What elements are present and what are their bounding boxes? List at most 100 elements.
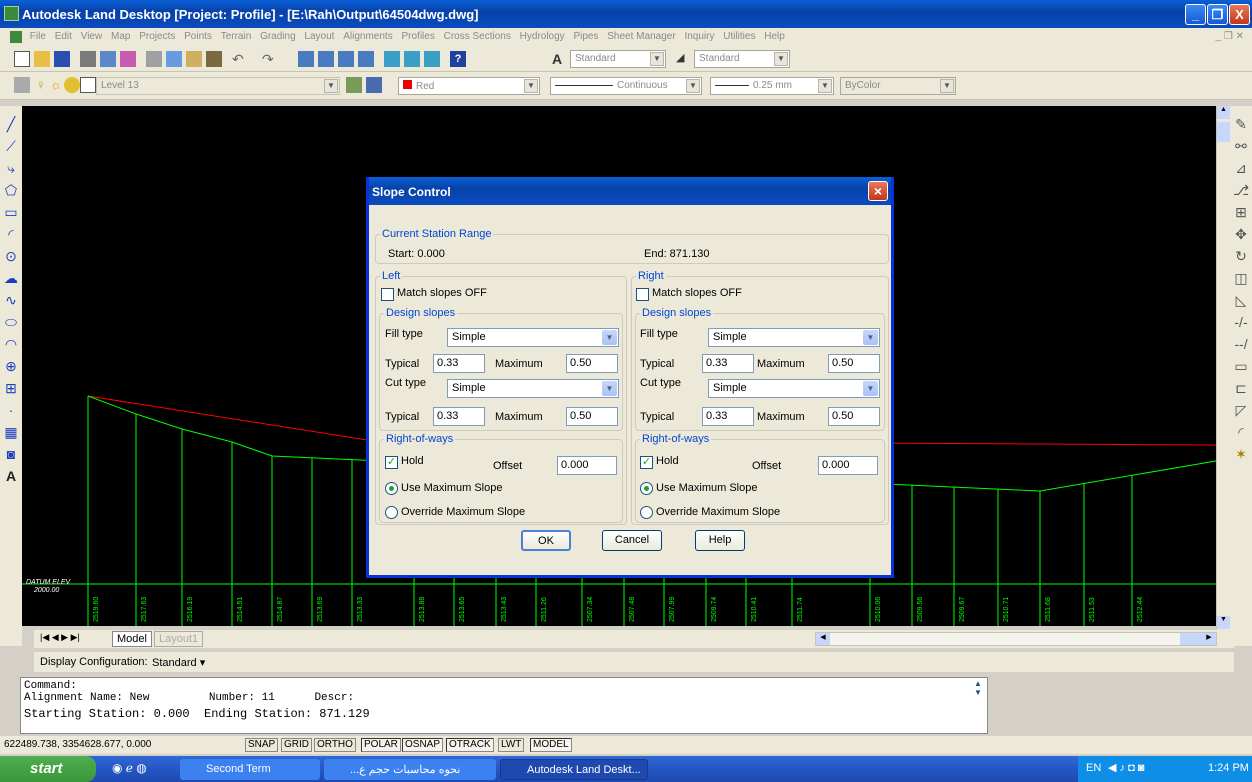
right-cut-typical-input[interactable]: 0.33 [702,407,754,426]
hatch-icon[interactable]: ▦ [3,424,19,440]
ok-button[interactable]: OK [521,530,571,551]
point-icon[interactable]: · [3,402,19,418]
left-override-radio[interactable] [385,506,398,519]
polar-toggle[interactable]: POLAR [361,738,401,752]
help-button[interactable]: Help [695,530,745,551]
lineweight-select[interactable]: 0.25 mm ▼ [710,77,834,95]
save-icon[interactable] [54,51,70,67]
pan-icon[interactable] [298,51,314,67]
menu-pipes[interactable]: Pipes [570,28,601,42]
left-offset-input[interactable]: 0.000 [557,456,617,475]
doc-window-controls[interactable]: _ ❐ ✕ [1216,31,1244,42]
menu-sheet-manager[interactable]: Sheet Manager [604,28,678,42]
insert-block-icon[interactable]: ⊕ [3,358,19,374]
menu-map[interactable]: Map [108,28,133,42]
left-match-slopes-checkbox[interactable] [381,288,394,301]
snap-toggle[interactable]: SNAP [245,738,279,752]
task-second-term[interactable]: Second Term [180,759,320,780]
start-button[interactable]: start [0,756,96,782]
ellipse-icon[interactable]: ⬭ [3,314,19,330]
minimize-button[interactable]: _ [1185,4,1206,25]
make-block-icon[interactable]: ⊞ [3,380,19,396]
spline-icon[interactable]: ∿ [3,292,19,308]
ortho-toggle[interactable]: ORTHO [314,738,356,752]
layer-manager-icon[interactable] [14,77,30,93]
left-cut-maximum-input[interactable]: 0.50 [566,407,618,426]
menu-layout[interactable]: Layout [301,28,337,42]
hscroll-thumb[interactable] [1180,633,1202,645]
arc-icon[interactable]: ◜ [3,226,19,242]
paste-icon[interactable] [186,51,202,67]
menu-hydrology[interactable]: Hydrology [517,28,568,42]
display-config-select[interactable]: Standard ▾ [152,656,205,669]
tray-icons[interactable]: ◀ ♪ ◘ ◙ [1108,761,1144,774]
left-use-max-radio[interactable] [385,482,398,495]
model-toggle[interactable]: MODEL [530,738,572,752]
osnap-toggle[interactable]: OSNAP [402,738,444,752]
left-fill-type-select[interactable]: Simple ▼ [447,328,619,347]
scroll-up-icon[interactable]: ▲ [1217,106,1230,119]
array-icon[interactable]: ⊞ [1233,204,1249,220]
cancel-button[interactable]: Cancel [602,530,662,551]
left-cut-typical-input[interactable]: 0.33 [433,407,485,426]
publish-icon[interactable] [120,51,136,67]
menu-alignments[interactable]: Alignments [340,28,395,42]
right-fill-maximum-input[interactable]: 0.50 [828,354,880,373]
menu-inquiry[interactable]: Inquiry [681,28,717,42]
left-fill-typical-input[interactable]: 0.33 [433,354,485,373]
language-indicator[interactable]: EN [1086,762,1101,774]
line-icon[interactable]: ╱ [3,116,19,132]
layer-previous-icon[interactable] [366,77,382,93]
menu-utilities[interactable]: Utilities [720,28,758,42]
maximize-button[interactable]: ❐ [1207,4,1228,25]
make-current-layer-icon[interactable] [346,77,362,93]
right-cut-maximum-input[interactable]: 0.50 [828,407,880,426]
layer-select[interactable]: Level 13 ▼ [96,77,340,95]
chamfer-icon[interactable]: ◸ [1233,402,1249,418]
zoom-realtime-icon[interactable] [318,51,334,67]
fillet-icon[interactable]: ◜ [1233,424,1249,440]
scroll-thumb[interactable] [1217,122,1230,142]
polyline-icon[interactable]: ⤷ [3,160,19,176]
right-fill-typical-input[interactable]: 0.33 [702,354,754,373]
task-document[interactable]: ...نحوه محاسبات حجم ع [324,759,496,780]
scale-icon[interactable]: ◫ [1233,270,1249,286]
right-use-max-radio[interactable] [640,482,653,495]
menu-view[interactable]: View [78,28,106,42]
break-point-icon[interactable]: ▭ [1233,358,1249,374]
task-land-desktop[interactable]: Autodesk Land Deskt... [500,759,648,780]
left-hold-checkbox[interactable]: ✓ [385,456,398,469]
tab-layout1[interactable]: Layout1 [154,631,204,647]
menu-cross-sections[interactable]: Cross Sections [441,28,514,42]
menu-help[interactable]: Help [761,28,788,42]
print-icon[interactable] [80,51,96,67]
vertical-scrollbar[interactable]: ▲ ▼ [1216,106,1230,632]
left-fill-maximum-input[interactable]: 0.50 [566,354,618,373]
revcloud-icon[interactable]: ☁ [3,270,19,286]
move-icon[interactable]: ✥ [1233,226,1249,242]
ellipse-arc-icon[interactable]: ◠ [3,336,19,352]
construction-line-icon[interactable]: ⟋ [3,138,19,154]
menu-terrain[interactable]: Terrain [218,28,255,42]
trim-icon[interactable]: -/- [1233,314,1249,330]
right-hold-checkbox[interactable]: ✓ [640,456,653,469]
menu-projects[interactable]: Projects [136,28,178,42]
extend-icon[interactable]: --/ [1233,336,1249,352]
undo-icon[interactable]: ↶ [232,51,248,67]
scroll-left-icon[interactable]: ◀ [816,633,830,645]
copy-icon[interactable] [166,51,182,67]
grid-toggle[interactable]: GRID [281,738,312,752]
help-icon[interactable]: ? [450,51,466,67]
rotate-icon[interactable]: ↻ [1233,248,1249,264]
menu-grading[interactable]: Grading [257,28,299,42]
dialog-close-icon[interactable]: × [868,181,888,201]
right-match-slopes-checkbox[interactable] [636,288,649,301]
right-offset-input[interactable]: 0.000 [818,456,878,475]
menu-points[interactable]: Points [181,28,215,42]
offset-icon[interactable]: ⎇ [1233,182,1249,198]
region-icon[interactable]: ◙ [3,446,19,462]
right-override-radio[interactable] [640,506,653,519]
horizontal-scrollbar[interactable]: ◀ ▶ [815,632,1217,646]
stretch-icon[interactable]: ◺ [1233,292,1249,308]
menu-file[interactable]: File [27,28,49,42]
